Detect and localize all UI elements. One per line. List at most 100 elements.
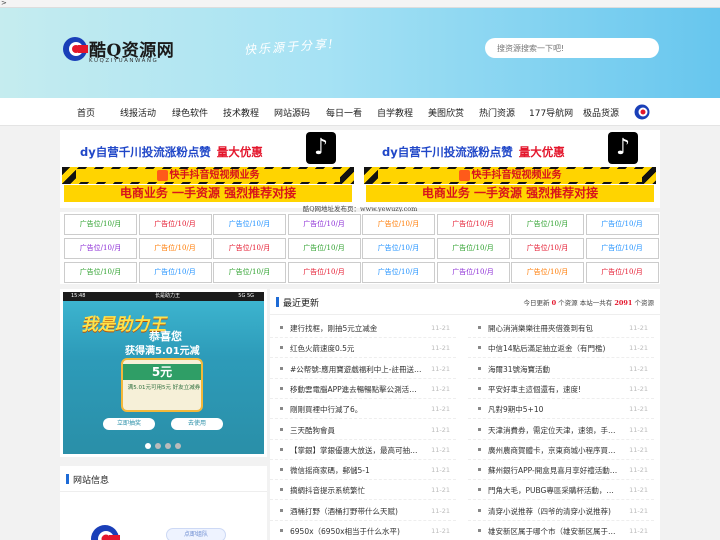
update-row[interactable]: 雄安新区属于哪个市（雄安新区属于保… 11-21 (468, 521, 654, 540)
promo-left-button[interactable]: 立即抽奖 (103, 418, 155, 430)
nav-item-tutorials[interactable]: 技术教程 (223, 106, 259, 119)
ad-slot[interactable]: 广告位/10/月 (585, 238, 659, 259)
ad-slot[interactable]: 广告位/10/月 (138, 262, 212, 283)
update-row[interactable]: 6950x（6950x相当于什么水平) 11-21 (270, 521, 456, 540)
ad-slot[interactable]: 广告位/10/月 (511, 262, 584, 283)
update-row[interactable]: 蘇州銀行APP-開盒見喜月享好禮活動開… 11-21 (468, 460, 654, 481)
ad-slot[interactable]: 广告位/10/月 (213, 262, 286, 283)
promo-right-button[interactable]: 去使用 (171, 418, 223, 430)
update-title-link[interactable]: 天津消費券，需定位天津，速領，手慢… (488, 425, 620, 436)
ad-slot[interactable]: 广告位/10/月 (436, 214, 510, 235)
ad-slot[interactable]: 广告位/10/月 (64, 262, 137, 283)
update-row[interactable]: 微信摇商家碼，郵儲5-1 11-21 (270, 460, 456, 481)
update-title-link[interactable]: 【掌銀】掌銀優惠大放送，最高可抽微… (290, 445, 422, 456)
ad-slot[interactable]: 广告位/10/月 (64, 238, 137, 259)
update-row[interactable]: 【掌銀】掌銀優惠大放送，最高可抽微… 11-21 (270, 440, 456, 460)
update-row[interactable]: 海爾31號海寶活動 11-21 (468, 359, 654, 379)
update-row[interactable]: 中信14點后滿足抽立返金（有門檻) 11-21 (468, 338, 654, 359)
ad-slot[interactable]: 广告位/10/月 (138, 214, 212, 235)
update-row[interactable]: 廣州農商賀體卡，京東商城小程序買京… 11-21 (468, 440, 654, 460)
update-title-link[interactable]: 中信14點后滿足抽立返金（有門檻) (488, 343, 620, 354)
update-row[interactable]: 開心消消樂樂往冊夾借簽到有包 11-21 (468, 318, 654, 338)
update-row[interactable]: 門角大毛，PUBG專區采購杯活動，綁… 11-21 (468, 480, 654, 501)
slider-dot-active[interactable] (145, 443, 151, 449)
ad-slot[interactable]: 广告位/10/月 (436, 238, 510, 259)
update-title-link[interactable]: 建行找框，刚抽5元立减金 (290, 323, 422, 334)
update-date: 11-21 (629, 344, 648, 353)
update-row[interactable]: 摘綢抖音提示系統繁忙 11-21 (270, 480, 456, 501)
update-stats: 今日更新 0 个资源 本站一共有 2091 个资源 (523, 299, 654, 307)
update-title-link[interactable]: 海爾31號海寶活動 (488, 364, 620, 375)
update-row[interactable]: 凡對9期中5+10 11-21 (468, 399, 654, 420)
ad-slot[interactable]: 广告位/10/月 (138, 238, 212, 259)
nav-item-gallery[interactable]: 美图欣赏 (428, 106, 464, 119)
nav-item-home[interactable]: 首页 (77, 106, 95, 119)
update-title-link[interactable]: 摘綢抖音提示系統繁忙 (290, 485, 422, 496)
update-title-link[interactable]: 红色火箭速度0.5元 (290, 343, 422, 354)
nav-item-self-study[interactable]: 自学教程 (377, 106, 413, 119)
update-title-link[interactable]: #公帮號:應用寶遊戲福利中上-註冊送1k… (290, 364, 422, 375)
update-row[interactable]: 酒桶打野（酒桶打野带什么天赋) 11-21 (270, 501, 456, 521)
ad-banner-right[interactable]: dy自营千川投流涨粉点赞 量大优惠 ♪ 快手抖音短视频业务 电商业务 一手资源 强… (362, 130, 658, 204)
nav-item-deals[interactable]: 线报活动 (120, 106, 156, 119)
ad-banner-left[interactable]: dy自营千川投流涨粉点赞 量大优惠 ♪ 快手抖音短视频业务 电商业务 一手资源 强… (60, 130, 356, 204)
update-title-link[interactable]: 雄安新区属于哪个市（雄安新区属于保… (488, 526, 620, 537)
slider-dot[interactable] (165, 443, 171, 449)
update-row[interactable]: 清穿小说推荐（四爷的清穿小说推荐) 11-21 (468, 501, 654, 521)
slider-dot[interactable] (175, 443, 181, 449)
update-title-link[interactable]: 移動雲電腦APP進去暢暢點擊公測活動… (290, 384, 422, 395)
slider-dot[interactable] (155, 443, 161, 449)
slider-image[interactable]: 15:48 长是助力王 5G 5G 我是助力王 恭喜您 获得满5.01元减 5元… (63, 292, 264, 454)
update-title-link[interactable]: 微信摇商家碼，郵儲5-1 (290, 465, 422, 476)
ad-slot[interactable]: 广告位/10/月 (287, 238, 361, 259)
update-title-link[interactable]: 酒桶打野（酒桶打野带什么天赋) (290, 506, 422, 517)
bullet-icon (280, 508, 283, 512)
nav-item-177-nav[interactable]: 177导航网 (529, 106, 573, 119)
update-title-link[interactable]: 廣州農商賀體卡，京東商城小程序買京… (488, 445, 620, 456)
nav-item-daily[interactable]: 每日一看 (326, 106, 362, 119)
ad-slot[interactable]: 广告位/10/月 (362, 238, 435, 259)
ad-slot[interactable]: 广告位/10/月 (436, 262, 510, 283)
ad-slot[interactable]: 广告位/10/月 (287, 262, 361, 283)
nav-item-software[interactable]: 绿色软件 (172, 106, 208, 119)
ad-slot[interactable]: 广告位/10/月 (585, 262, 659, 283)
ad-slot[interactable]: 广告位/10/月 (287, 214, 361, 235)
update-title-link[interactable]: 三天酷狗會員 (290, 425, 422, 436)
bullet-icon (280, 468, 283, 472)
update-title-link[interactable]: 清穿小说推荐（四爷的清穿小说推荐) (488, 506, 620, 517)
ad-slot[interactable]: 广告位/10/月 (64, 214, 137, 235)
update-title-link[interactable]: 剛剛買裡中行減了6。 (290, 404, 422, 415)
banner-headline: dy自营千川投流涨粉点赞 量大优惠 (382, 145, 565, 159)
update-row[interactable]: 三天酷狗會員 11-21 (270, 420, 456, 440)
expand-arrow-icon[interactable]: > (1, 0, 7, 7)
update-row[interactable]: 红色火箭速度0.5元 11-21 (270, 338, 456, 359)
update-title-link[interactable]: 開心消消樂樂往冊夾借簽到有包 (488, 323, 620, 334)
update-row[interactable]: 移動雲電腦APP進去暢暢點擊公測活動… 11-21 (270, 379, 456, 399)
nav-item-source-code[interactable]: 网站源码 (274, 106, 310, 119)
update-title-link[interactable]: 6950x（6950x相当于什么水平) (290, 526, 422, 537)
ad-slot[interactable]: 广告位/10/月 (585, 214, 659, 235)
update-row[interactable]: 平安好車主這個還有，速度! 11-21 (468, 379, 654, 399)
nav-logo-icon[interactable] (634, 104, 650, 120)
update-title-link[interactable]: 平安好車主這個還有，速度! (488, 384, 620, 395)
ad-slot[interactable]: 广告位/10/月 (511, 214, 584, 235)
ad-slot[interactable]: 广告位/10/月 (213, 238, 286, 259)
update-row[interactable]: 天津消費券，需定位天津，速領，手慢… 11-21 (468, 420, 654, 440)
image-slider[interactable]: 15:48 长是助力王 5G 5G 我是助力王 恭喜您 获得满5.01元减 5元… (60, 289, 267, 457)
nav-item-supply[interactable]: 极品货源 (583, 106, 619, 119)
update-title-link[interactable]: 蘇州銀行APP-開盒見喜月享好禮活動開… (488, 465, 620, 476)
ad-slot[interactable]: 广告位/10/月 (511, 238, 584, 259)
ad-slot[interactable]: 广告位/10/月 (213, 214, 286, 235)
ad-slot[interactable]: 广告位/10/月 (362, 262, 435, 283)
update-title-link[interactable]: 凡對9期中5+10 (488, 404, 620, 415)
team-up-button[interactable]: 点即组队 (166, 528, 226, 540)
nav-item-hot[interactable]: 热门资源 (479, 106, 515, 119)
ad-slot-grid: 广告位/10/月 广告位/10/月 广告位/10/月 广告位/10/月 广告位/10/月… (60, 212, 660, 284)
ad-slot[interactable]: 广告位/10/月 (362, 214, 435, 235)
update-row[interactable]: #公帮號:應用寶遊戲福利中上-註冊送1k… 11-21 (270, 359, 456, 379)
update-title-link[interactable]: 門角大毛，PUBG專區采購杯活動，綁… (488, 485, 620, 496)
update-row[interactable]: 剛剛買裡中行減了6。 11-21 (270, 399, 456, 420)
search-input[interactable] (485, 38, 659, 58)
update-row[interactable]: 建行找框，刚抽5元立减金 11-21 (270, 318, 456, 338)
site-logo[interactable]: 酷Q资源网 KUQZIYUANWANG (62, 36, 174, 68)
